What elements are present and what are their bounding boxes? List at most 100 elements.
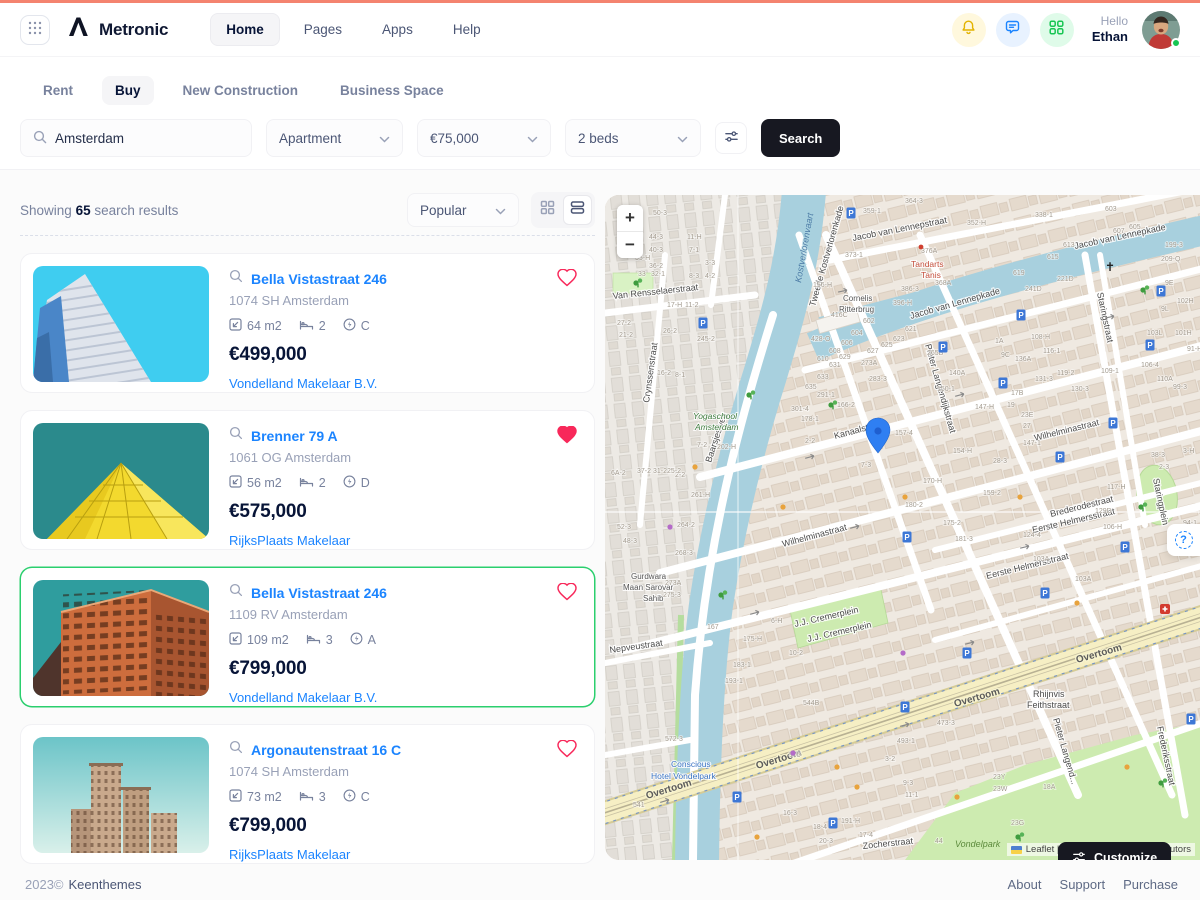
listing-title-link[interactable]: Bella Vistastraat 246 [251, 271, 387, 287]
listing-agency-link[interactable]: Vondelland Makelaar B.V. [229, 376, 387, 391]
listing-agency-link[interactable]: Vondelland Makelaar B.V. [229, 690, 387, 705]
listing-card[interactable]: Brenner 79 A 1061 OG Amsterdam 56 m2 2 D… [20, 410, 595, 550]
nav-item-apps[interactable]: Apps [366, 13, 429, 46]
svg-text:7-3: 7-3 [861, 462, 871, 469]
view-toggle [531, 192, 595, 228]
svg-text:P: P [1158, 287, 1164, 296]
search-icon [229, 740, 243, 759]
customize-button[interactable]: Customize [1058, 842, 1171, 860]
beds-select[interactable]: 2 beds [565, 119, 701, 157]
svg-text:275-3: 275-3 [663, 592, 681, 599]
svg-text:Vondelpark: Vondelpark [955, 839, 1001, 849]
svg-text:23E: 23E [1021, 412, 1034, 419]
footer-link-purchase[interactable]: Purchase [1123, 877, 1178, 892]
area-icon [229, 632, 242, 648]
tab-new-construction[interactable]: New Construction [170, 76, 312, 105]
sort-select[interactable]: Popular [407, 193, 519, 227]
search-button[interactable]: Search [761, 119, 840, 157]
listing-title-link[interactable]: Argonautenstraat 16 C [251, 742, 401, 758]
help-fab-button[interactable]: ? [1167, 524, 1200, 556]
listing-card[interactable]: Argonautenstraat 16 C 1074 SH Amsterdam … [20, 724, 595, 864]
svg-text:130-3: 130-3 [1071, 386, 1089, 393]
dot-orange-map-icon [780, 504, 785, 509]
svg-text:Conscious: Conscious [671, 759, 711, 769]
apps-button[interactable] [1040, 13, 1074, 47]
location-search-field[interactable] [20, 119, 252, 157]
tab-rent[interactable]: Rent [30, 76, 86, 105]
svg-text:291-1: 291-1 [817, 392, 835, 399]
listing-agency-link[interactable]: RijksPlaats Makelaar [229, 533, 370, 548]
notifications-button[interactable] [952, 13, 986, 47]
footer-link-about[interactable]: About [1008, 877, 1042, 892]
search-controls: Apartment €75,000 2 beds Search [20, 119, 1180, 157]
parking-map-icon: P [1121, 542, 1130, 553]
map-canvas[interactable]: Van RensselaerstraatCrynssenstraatBaarsj… [605, 195, 1200, 860]
chat-button[interactable] [996, 13, 1030, 47]
copyright-brand-link[interactable]: Keenthemes [69, 877, 142, 892]
map[interactable]: Van RensselaerstraatCrynssenstraatBaarsj… [605, 195, 1200, 860]
svg-text:48-3: 48-3 [623, 538, 637, 545]
online-status-dot [1171, 38, 1181, 48]
grid-view-button[interactable] [534, 195, 561, 225]
svg-text:606: 606 [841, 340, 853, 347]
svg-text:473-3: 473-3 [937, 720, 955, 727]
zoom-in-button[interactable]: + [617, 205, 643, 231]
dot-purple-map-icon [900, 650, 905, 655]
page: Metronic Home Pages Apps Help [0, 0, 1200, 900]
avatar[interactable] [1142, 11, 1180, 49]
listing-meta: 73 m2 3 C [229, 789, 401, 805]
listing-title-link[interactable]: Brenner 79 A [251, 428, 338, 444]
svg-text:175-H: 175-H [743, 636, 762, 643]
listing-agency-link[interactable]: RijksPlaats Makelaar [229, 847, 401, 862]
location-search-input[interactable] [55, 131, 239, 146]
svg-text:P: P [1057, 453, 1063, 462]
search-icon [229, 269, 243, 288]
nav-item-pages[interactable]: Pages [288, 13, 358, 46]
svg-text:147-H: 147-H [975, 404, 994, 411]
svg-text:103L: 103L [1147, 330, 1163, 337]
svg-text:283-3: 283-3 [869, 376, 887, 383]
dot-orange-map-icon [902, 494, 907, 499]
favorite-button[interactable] [557, 269, 577, 289]
tab-buy[interactable]: Buy [102, 76, 154, 105]
svg-text:33: 33 [638, 271, 646, 278]
svg-text:541: 541 [633, 802, 645, 809]
listing-card[interactable]: Bella Vistastraat 246 1074 SH Amsterdam … [20, 253, 595, 393]
list-view-button[interactable] [563, 195, 592, 225]
app-launcher-button[interactable] [20, 15, 50, 45]
svg-text:150-1: 150-1 [937, 386, 955, 393]
tab-business-space[interactable]: Business Space [327, 76, 457, 105]
brand-logo[interactable]: Metronic [66, 16, 168, 43]
price-select[interactable]: €75,000 [417, 119, 551, 157]
svg-text:159-2: 159-2 [983, 490, 1001, 497]
svg-text:635: 635 [805, 384, 817, 391]
svg-text:36-2: 36-2 [649, 263, 663, 270]
svg-text:23Y: 23Y [993, 774, 1006, 781]
favorite-button[interactable] [557, 583, 577, 603]
svg-text:28-3: 28-3 [993, 458, 1007, 465]
svg-text:3-2: 3-2 [885, 756, 895, 763]
bed-icon [299, 789, 314, 805]
church-map-icon: ✝ [1105, 260, 1115, 274]
nav-item-help[interactable]: Help [437, 13, 497, 46]
favorite-button[interactable] [557, 740, 577, 760]
advanced-filters-button[interactable] [715, 122, 747, 154]
listing-address: 1061 OG Amsterdam [229, 450, 370, 465]
property-type-select[interactable]: Apartment [266, 119, 403, 157]
zoom-out-button[interactable]: − [617, 232, 643, 258]
listing-title-link[interactable]: Bella Vistastraat 246 [251, 585, 387, 601]
svg-text:241D: 241D [1025, 286, 1042, 293]
parking-map-icon: P [963, 648, 972, 659]
footer-link-support[interactable]: Support [1060, 877, 1106, 892]
nav-item-home[interactable]: Home [210, 13, 280, 46]
listing-card[interactable]: Bella Vistastraat 246 1109 RV Amsterdam … [20, 567, 595, 707]
svg-text:338-1: 338-1 [1035, 212, 1053, 219]
svg-text:3-H: 3-H [1183, 448, 1194, 455]
svg-text:9E: 9E [1165, 280, 1174, 287]
listing-price: €499,000 [229, 344, 387, 366]
svg-text:18A: 18A [1043, 784, 1056, 791]
favorite-button[interactable] [557, 426, 577, 446]
dot-orange-map-icon [754, 834, 759, 839]
svg-text:11-H: 11-H [687, 234, 702, 241]
svg-text:P: P [1018, 311, 1024, 320]
